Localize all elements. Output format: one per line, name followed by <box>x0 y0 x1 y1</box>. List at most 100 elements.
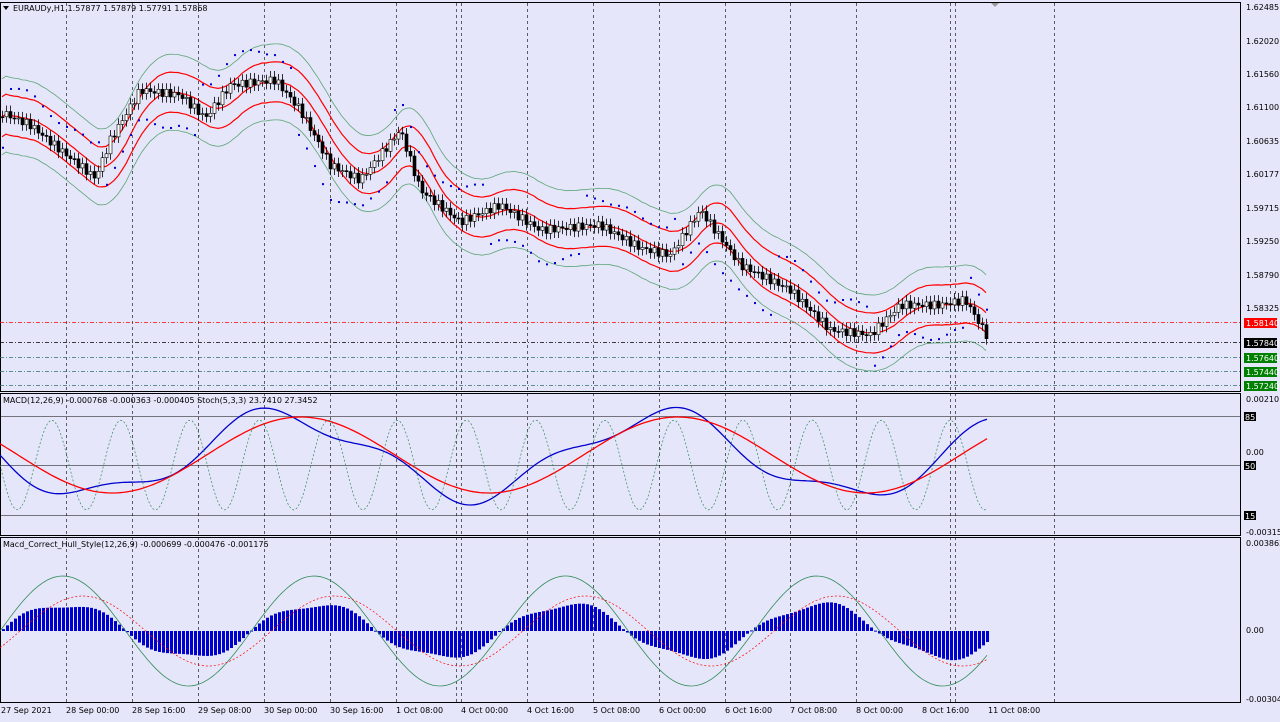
candle-body <box>904 300 909 310</box>
candle-body <box>536 226 541 231</box>
sar-dot <box>562 258 564 261</box>
histogram-bar <box>302 608 305 631</box>
candle-body <box>176 92 181 96</box>
candle-body <box>84 163 89 175</box>
histogram-bar <box>906 631 909 646</box>
bollinger-upper-line <box>1 43 987 296</box>
histogram-bar <box>770 618 773 631</box>
histogram-bar <box>694 631 697 658</box>
histogram-bar <box>706 631 709 659</box>
candle-body <box>744 264 749 271</box>
histogram-bar <box>870 627 873 631</box>
candle-body <box>336 163 341 172</box>
sar-dot <box>722 272 724 275</box>
time-axis[interactable]: 27 Sep 2021 28 Sep 00:00 28 Sep 16:00 29… <box>1 706 1040 715</box>
candle-body <box>428 195 433 197</box>
chart-svg[interactable]: EURAUDy,H1 1.57877 1.57879 1.57791 1.578… <box>0 0 1280 718</box>
time-label: 27 Sep 2021 <box>1 706 52 715</box>
histogram-bar <box>982 631 985 646</box>
histogram-bar <box>978 631 981 649</box>
sar-dot <box>146 118 148 121</box>
sar-dot <box>498 239 500 242</box>
histogram-bar <box>106 614 109 631</box>
sar-dot <box>810 280 812 283</box>
histogram-bar <box>278 612 281 631</box>
histogram-bar <box>658 631 661 649</box>
candle-body <box>956 298 961 306</box>
candle-body <box>848 328 853 336</box>
candle-body <box>704 211 709 222</box>
sar-dot <box>618 204 620 207</box>
histogram-bar <box>598 609 601 631</box>
candle-body <box>228 83 233 94</box>
histogram-bar <box>386 631 389 641</box>
sar-dot <box>730 279 732 282</box>
histogram-bar <box>418 631 421 652</box>
sar-dot <box>194 133 196 136</box>
candle-body <box>384 148 389 152</box>
candle-body <box>560 226 565 229</box>
histogram-bar <box>702 631 705 660</box>
histogram-bar <box>834 602 837 631</box>
histogram-bar <box>582 603 585 631</box>
sar-dot <box>58 122 60 125</box>
sar-dot <box>162 126 164 129</box>
candle-body <box>548 224 553 234</box>
histogram-bar <box>718 631 721 656</box>
price-tag: 1.57440 <box>1246 368 1279 377</box>
histogram-bar <box>986 631 989 642</box>
histogram-bar <box>842 605 845 631</box>
histogram-bar <box>170 631 173 654</box>
histogram-bar <box>742 631 745 638</box>
candle-body <box>112 135 117 138</box>
trading-chart[interactable]: EURAUDy,H1 1.57877 1.57879 1.57791 1.578… <box>0 0 1280 718</box>
histogram-bar <box>286 610 289 631</box>
sar-dot <box>650 222 652 225</box>
sar-dot <box>858 301 860 304</box>
candle-body <box>104 153 109 159</box>
candle-body <box>440 200 445 212</box>
candle-body <box>552 224 557 233</box>
histogram-bar <box>262 620 265 631</box>
histogram-bar <box>446 631 449 657</box>
macd-scale-label: -0.003156 <box>1246 528 1280 537</box>
histogram-bar <box>610 618 613 631</box>
histogram-bar <box>606 614 609 631</box>
candle-body <box>396 132 401 140</box>
symbol-dropdown-icon[interactable] <box>3 6 9 10</box>
histogram-bar <box>486 631 489 644</box>
candle-body <box>120 120 125 125</box>
candle-body <box>716 231 721 234</box>
sar-dot <box>218 74 220 77</box>
candle-body <box>680 232 685 246</box>
candle-body <box>372 160 377 168</box>
candle-body <box>132 103 137 106</box>
histogram-bar <box>538 611 541 631</box>
histogram-bar <box>814 604 817 631</box>
candle-body <box>784 285 789 288</box>
histogram-bar <box>470 631 473 655</box>
price-label: 1.58790 <box>1246 271 1279 280</box>
sar-dot <box>18 87 20 90</box>
sar-dot <box>490 242 492 245</box>
hull-scale[interactable]: 0.003862 0.00 -0.003046 <box>1246 539 1280 704</box>
candle-body <box>712 219 717 234</box>
candle-body <box>8 111 13 119</box>
price-label: 1.60635 <box>1246 137 1279 146</box>
candle-body <box>976 314 981 324</box>
candle-body <box>672 247 677 255</box>
candle-body <box>684 232 689 236</box>
candle-body <box>288 92 293 98</box>
price-scale[interactable]: 1.62485 1.62020 1.61560 1.61100 1.60635 … <box>1246 3 1279 313</box>
macd-scale[interactable]: 0.002101 0.00 -0.003156 85 50 15 <box>1244 395 1280 537</box>
chart-shift-marker-icon[interactable] <box>991 3 999 7</box>
main-title: EURAUDy,H1 1.57877 1.57879 1.57791 1.578… <box>13 4 208 13</box>
time-label: 7 Oct 08:00 <box>790 706 837 715</box>
candle-body <box>856 330 861 337</box>
candle-body <box>376 160 381 162</box>
histogram-bar <box>58 607 61 631</box>
histogram-bar <box>70 607 73 631</box>
candle-body <box>980 323 985 325</box>
candle-body <box>260 80 265 83</box>
histogram-bar <box>510 622 513 631</box>
